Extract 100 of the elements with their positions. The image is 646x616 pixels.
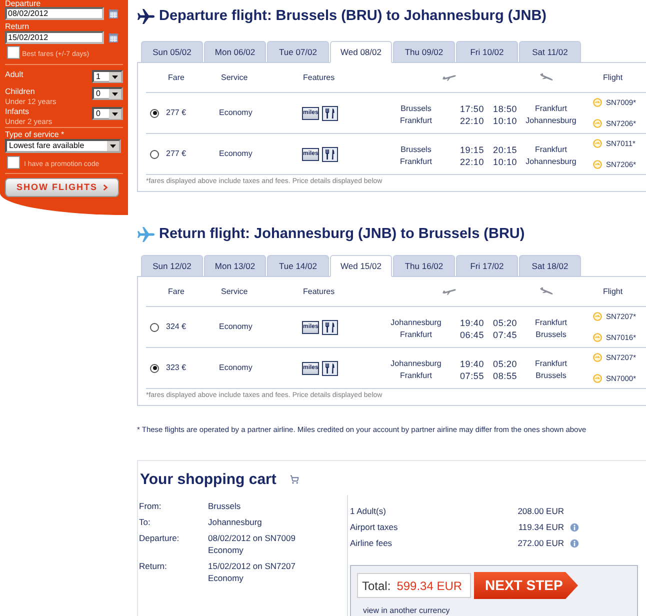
arrival-city: Frankfurt xyxy=(534,144,567,156)
date-tab[interactable]: Fri 10/02 xyxy=(456,41,518,63)
departure-time: 07:55 xyxy=(460,370,484,382)
detail-value: 15/02/2012 on SN7207 xyxy=(208,560,296,572)
checkbox[interactable] xyxy=(7,156,20,169)
date-tab[interactable]: Mon 06/02 xyxy=(204,41,266,63)
service-type-select[interactable]: Lowest fare available xyxy=(5,139,121,153)
date-field[interactable]: 15/02/2012 xyxy=(5,31,104,44)
departure-city: Brussels xyxy=(400,144,432,156)
fare-price: 323 € xyxy=(166,362,186,374)
chevron-right-icon xyxy=(102,184,108,191)
plane-landing-icon xyxy=(539,73,554,82)
price-label: 1 Adult(s) xyxy=(350,505,386,517)
price-amount: 119.34 EUR xyxy=(518,521,564,533)
fare-price: 324 € xyxy=(166,321,186,333)
departure-city: Brussels xyxy=(400,102,432,114)
date-tab[interactable]: Wed 08/02 xyxy=(330,41,392,63)
currency-link[interactable]: view in another currency xyxy=(357,606,450,616)
total-label: Total: xyxy=(362,578,391,592)
cutlery-icon xyxy=(322,146,338,162)
fare-radio[interactable] xyxy=(150,322,159,332)
column-header: Service xyxy=(221,286,248,298)
next-step-button[interactable]: NEXT STEP xyxy=(474,572,578,599)
plane-takeoff-icon xyxy=(442,73,457,82)
arrival-time: 10:10 xyxy=(493,156,518,168)
plane-takeoff-icon xyxy=(442,287,457,296)
checkbox[interactable] xyxy=(7,46,20,59)
date-tab[interactable]: Mon 13/02 xyxy=(204,255,266,277)
circle-logo-icon xyxy=(593,139,602,148)
column-header: Fare xyxy=(168,72,184,84)
airplane-icon xyxy=(137,8,155,24)
fare-price: 277 € xyxy=(166,148,186,160)
arrival-time: 07:45 xyxy=(493,328,518,340)
date-tab[interactable]: Thu 09/02 xyxy=(393,41,455,63)
detail-label: Return: xyxy=(139,560,168,572)
detail-value: 08/02/2012 on SN7009 xyxy=(208,532,296,544)
fare-price: 277 € xyxy=(166,107,186,119)
calendar-icon[interactable] xyxy=(109,32,118,42)
detail-label: Departure: xyxy=(139,532,180,544)
circle-logo-icon xyxy=(593,119,602,128)
detail-value: Brussels xyxy=(208,500,241,512)
field-label: Adult xyxy=(5,71,24,79)
arrival-city: Johannesburg xyxy=(526,156,576,168)
caret-icon xyxy=(107,141,119,151)
info-icon[interactable] xyxy=(570,522,579,532)
service-class: Economy xyxy=(219,362,252,374)
fare-radio[interactable] xyxy=(150,108,159,118)
date-field[interactable]: 08/02/2012 xyxy=(5,7,104,20)
date-tab[interactable]: Tue 14/02 xyxy=(267,255,329,277)
detail-value: Economy xyxy=(208,572,244,584)
price-amount: 208.00 EUR xyxy=(518,505,564,517)
passenger-count-select[interactable]: 1 xyxy=(92,70,123,83)
section-title: Departure flight: Brussels (BRU) to Johannesburg (JNB) xyxy=(159,7,546,25)
date-tab[interactable]: Sun 05/02 xyxy=(141,41,203,63)
fare-radio[interactable] xyxy=(150,364,159,372)
arrival-city: Brussels xyxy=(536,370,566,382)
date-tab[interactable]: Sun 12/02 xyxy=(141,255,203,277)
column-header: Service xyxy=(221,72,248,84)
date-tab[interactable]: Sat 18/02 xyxy=(519,255,581,277)
departure-city: Johannesburg xyxy=(390,358,442,370)
fare-radio[interactable] xyxy=(150,150,159,158)
circle-logo-icon xyxy=(593,160,602,169)
date-tab[interactable]: Thu 16/02 xyxy=(393,255,455,277)
field-label: Infants xyxy=(5,108,30,116)
service-class: Economy xyxy=(219,148,252,160)
arrival-time: 10:10 xyxy=(493,114,518,126)
departure-time: 06:45 xyxy=(460,328,484,340)
departure-time: 19:40 xyxy=(460,358,484,370)
circle-logo-icon xyxy=(593,374,602,383)
show-flights-button[interactable]: SHOW FLIGHTS xyxy=(5,178,119,197)
passenger-count-select[interactable]: 0 xyxy=(92,87,123,100)
cutlery-icon xyxy=(322,320,338,334)
cutlery-icon xyxy=(322,106,338,120)
passenger-count-select[interactable]: 0 xyxy=(92,107,123,120)
calendar-icon[interactable] xyxy=(109,8,118,18)
field-label: Type of service * xyxy=(5,131,64,139)
total-amount: 599.34 EUR xyxy=(396,578,462,592)
circle-logo-icon xyxy=(593,333,602,342)
info-icon[interactable] xyxy=(570,538,579,548)
arrival-city: Frankfurt xyxy=(534,358,567,370)
service-class: Economy xyxy=(219,321,252,333)
date-tab[interactable]: Tue 07/02 xyxy=(267,41,329,63)
departure-time: 19:15 xyxy=(460,144,484,156)
departure-city: Frankfurt xyxy=(400,328,432,340)
departure-time: 22:10 xyxy=(460,114,484,126)
date-tab[interactable]: Sat 11/02 xyxy=(519,41,581,63)
arrival-time: 08:55 xyxy=(493,370,518,382)
circle-logo-icon xyxy=(593,98,602,107)
field-label: Departure xyxy=(5,0,41,7)
column-header: Flight xyxy=(603,72,623,84)
column-header: Features xyxy=(303,286,335,298)
date-tab[interactable]: Wed 15/02 xyxy=(330,255,392,277)
date-tab[interactable]: Fri 17/02 xyxy=(456,255,518,277)
departure-city: Frankfurt xyxy=(400,370,432,382)
arrival-city: Frankfurt xyxy=(534,102,567,114)
arrival-city: Johannesburg xyxy=(526,114,576,126)
airplane-icon xyxy=(137,226,155,242)
departure-time: 19:40 xyxy=(460,316,484,328)
detail-value: Economy xyxy=(208,544,244,556)
section-title: Return flight: Johannesburg (JNB) to Brussels (BRU) xyxy=(159,225,525,243)
